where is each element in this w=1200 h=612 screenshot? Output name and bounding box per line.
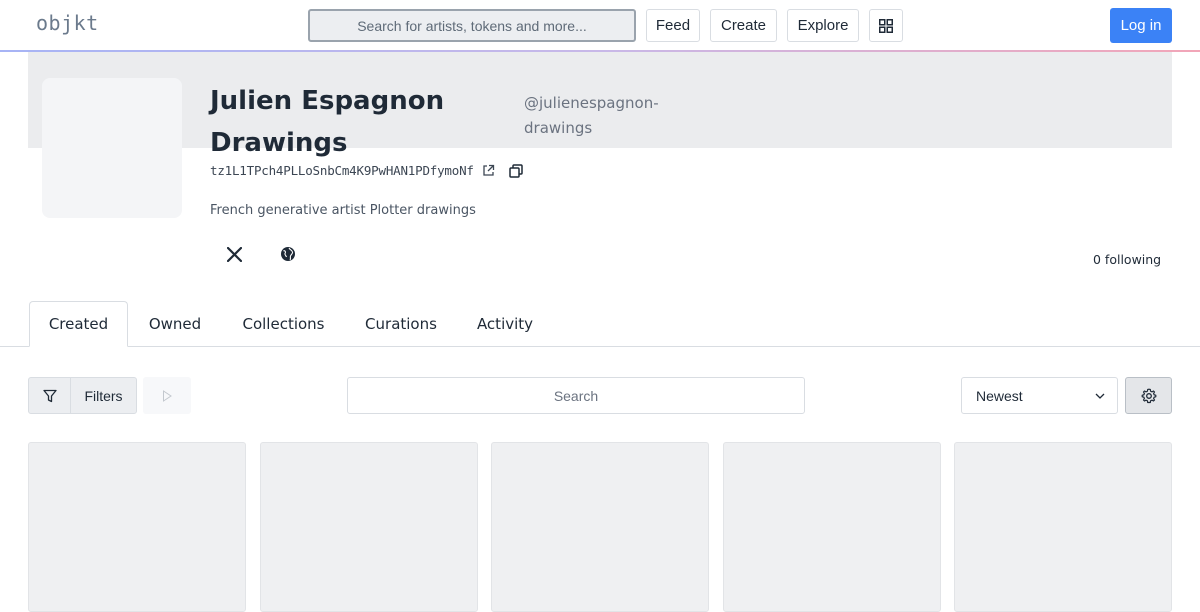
tab-curations[interactable]: Curations xyxy=(355,301,447,347)
website-link[interactable] xyxy=(278,244,298,264)
nav-create-button[interactable]: Create xyxy=(710,9,777,42)
token-card-placeholder[interactable] xyxy=(954,442,1172,612)
nav-explore-button[interactable]: Explore xyxy=(787,9,859,42)
tab-owned[interactable]: Owned xyxy=(138,301,212,347)
globe-icon xyxy=(281,247,295,261)
top-navigation-bar: objkt Feed Create Explore Log in xyxy=(0,0,1200,52)
sort-selected-value: Newest xyxy=(976,387,1023,404)
gear-icon xyxy=(1141,388,1156,403)
following-count[interactable]: 0 following xyxy=(1093,252,1161,267)
avatar xyxy=(42,78,182,218)
tab-created[interactable]: Created xyxy=(29,301,128,347)
nav-feed-button[interactable]: Feed xyxy=(646,9,700,42)
display-settings-button[interactable] xyxy=(1125,377,1172,414)
external-link-icon[interactable] xyxy=(482,164,495,177)
play-icon xyxy=(163,389,172,402)
token-search-input[interactable] xyxy=(347,377,805,414)
token-card-placeholder[interactable] xyxy=(28,442,246,612)
profile-bio: French generative artist Plotter drawing… xyxy=(210,203,476,218)
wallet-address: tz1L1TPch4PLLoSnbCm4K9PwHAN1PDfymoNf xyxy=(210,163,474,178)
filters-button[interactable]: Filters xyxy=(28,377,137,414)
apps-grid-button[interactable] xyxy=(869,9,903,42)
token-card-placeholder[interactable] xyxy=(723,442,941,612)
chevron-down-icon xyxy=(1095,393,1105,399)
global-search-input[interactable] xyxy=(308,9,636,42)
profile-handle: @julienespagnon-drawings xyxy=(524,94,659,137)
wallet-address-row: tz1L1TPch4PLLoSnbCm4K9PwHAN1PDfymoNf xyxy=(210,163,523,178)
objkt-logo[interactable]: objkt xyxy=(36,11,99,35)
profile-name: Julien Espagnon Drawings xyxy=(210,86,445,158)
play-button[interactable] xyxy=(143,377,191,414)
filter-funnel-icon xyxy=(42,389,57,402)
filters-label: Filters xyxy=(84,387,123,404)
login-button[interactable]: Log in xyxy=(1110,8,1172,43)
token-card-placeholder[interactable] xyxy=(491,442,709,612)
grid-icon xyxy=(879,18,893,33)
x-twitter-link[interactable] xyxy=(224,244,244,264)
sort-select[interactable]: Newest xyxy=(961,377,1118,414)
tab-activity[interactable]: Activity xyxy=(466,301,544,347)
x-twitter-icon xyxy=(226,246,242,262)
token-card-placeholder[interactable] xyxy=(260,442,478,612)
profile-tabs: Created Owned Collections Curations Acti… xyxy=(0,301,1200,347)
tab-collections[interactable]: Collections xyxy=(232,301,335,347)
copy-icon[interactable] xyxy=(508,163,523,178)
